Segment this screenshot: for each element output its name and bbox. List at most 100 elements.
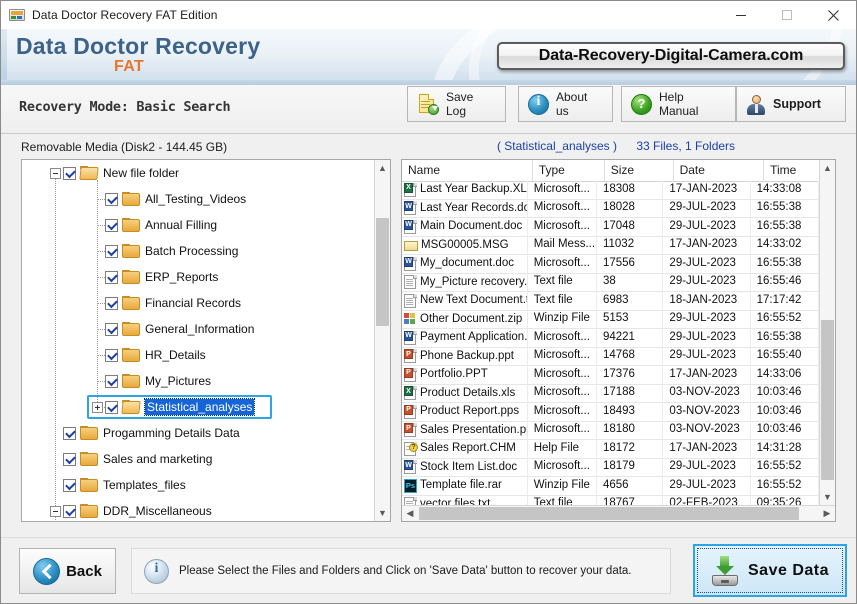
- folder-checkbox[interactable]: [105, 322, 118, 336]
- folder-checkbox[interactable]: [63, 478, 76, 492]
- folder-icon: [79, 166, 99, 180]
- file-row[interactable]: Ps Template file.rar Winzip File 4656 29-JUL…: [402, 476, 819, 496]
- folder-tree-panel[interactable]: New file folder All_Testing_Videos Annual …: [21, 159, 391, 522]
- help-manual-button[interactable]: Help Manual: [621, 86, 736, 122]
- file-row[interactable]: MSG00005.MSG Mail Mess... 11032 17-JAN-2023…: [402, 236, 819, 255]
- about-us-button[interactable]: About us: [518, 86, 613, 122]
- list-scroll-right-icon[interactable]: ▶: [819, 506, 835, 521]
- file-list-panel[interactable]: Name Type Size Date Time X Last Year Backup.X…: [401, 159, 836, 522]
- column-header-date[interactable]: Date: [674, 160, 765, 181]
- file-row[interactable]: W My_document.doc Microsoft... 17556 29-JUL-…: [402, 254, 819, 274]
- tree-scroll-up-icon[interactable]: ▲: [375, 160, 390, 176]
- file-row[interactable]: W Payment Application.... Microsoft... 9422…: [402, 328, 819, 348]
- folder-checkbox[interactable]: [63, 504, 76, 518]
- list-horizontal-scrollbar[interactable]: ◀ ▶: [402, 505, 835, 521]
- file-list-body[interactable]: X Last Year Backup.XLS Microsoft... 18308 17…: [402, 181, 819, 506]
- file-name-cell[interactable]: P Phone Backup.ppt: [402, 347, 528, 366]
- close-button[interactable]: [810, 1, 856, 29]
- file-row[interactable]: P Phone Backup.ppt Microsoft... 14768 29-JUL…: [402, 347, 819, 366]
- file-name-cell[interactable]: Other Document.zip: [402, 310, 528, 329]
- file-row[interactable]: P Product Report.pps Microsoft... 18493 03-N…: [402, 402, 819, 422]
- file-name-cell[interactable]: ? Sales Report.CHM: [402, 439, 528, 458]
- file-row[interactable]: W Last Year Records.doc Microsoft... 18028 2…: [402, 199, 819, 218]
- folder-icon: [121, 400, 141, 414]
- file-name-cell[interactable]: W Payment Application....: [402, 328, 528, 347]
- expand-icon[interactable]: [92, 401, 103, 413]
- tree-scroll-down-icon[interactable]: ▼: [375, 505, 390, 521]
- list-hscroll-thumb[interactable]: [419, 507, 799, 520]
- tree-item[interactable]: Batch Processing: [22, 238, 375, 264]
- tree-item[interactable]: DDR_Miscellaneous: [22, 498, 375, 521]
- tree-vertical-scrollbar[interactable]: ▲ ▼: [374, 160, 390, 521]
- file-row[interactable]: X Product Details.xls Microsoft... 17188 03-…: [402, 384, 819, 403]
- folder-checkbox[interactable]: [105, 192, 118, 206]
- file-name-cell[interactable]: New Text Document.txt: [402, 291, 528, 310]
- folder-checkbox[interactable]: [105, 374, 118, 388]
- tree-item[interactable]: Progamming Details Data: [22, 420, 375, 446]
- tree-item[interactable]: ERP_Reports: [22, 264, 375, 290]
- folder-checkbox[interactable]: [105, 218, 118, 232]
- file-name-cell[interactable]: P Sales Presentation.ppt: [402, 421, 528, 440]
- brand-left-accent: [1, 29, 7, 85]
- file-row[interactable]: P Portfolio.PPT Microsoft... 17376 17-JAN-20…: [402, 365, 819, 385]
- maximize-button[interactable]: [764, 1, 810, 29]
- file-row[interactable]: Other Document.zip Winzip File 5153 29-JUL-…: [402, 310, 819, 329]
- tree-item[interactable]: HR_Details: [22, 342, 375, 368]
- file-name-cell[interactable]: W My_document.doc: [402, 254, 528, 273]
- folder-checkbox[interactable]: [105, 400, 118, 414]
- tree-item[interactable]: Sales and marketing: [22, 446, 375, 472]
- file-list-header[interactable]: Name Type Size Date Time: [402, 160, 835, 182]
- column-header-type[interactable]: Type: [533, 160, 605, 181]
- file-row[interactable]: W Main Document.doc Microsoft... 17048 29-JU…: [402, 217, 819, 237]
- file-row[interactable]: My_Picture recovery.... Text file 38 29-JUL…: [402, 273, 819, 292]
- folder-checkbox[interactable]: [105, 270, 118, 284]
- collapse-icon[interactable]: [50, 505, 61, 517]
- file-row[interactable]: X Last Year Backup.XLS Microsoft... 18308 17…: [402, 181, 819, 200]
- folder-checkbox[interactable]: [63, 166, 76, 180]
- column-header-size[interactable]: Size: [605, 160, 674, 181]
- tree-item-selected[interactable]: Statistical_analyses: [22, 394, 375, 420]
- tree-scroll-thumb[interactable]: [376, 218, 389, 326]
- tree-item[interactable]: New file folder: [22, 160, 375, 186]
- list-scroll-thumb[interactable]: [821, 320, 834, 480]
- save-log-button[interactable]: Save Log: [407, 86, 506, 122]
- file-row[interactable]: P Sales Presentation.ppt Microsoft... 18180…: [402, 421, 819, 440]
- tree-item[interactable]: Annual Filling: [22, 212, 375, 238]
- list-scroll-down-icon[interactable]: ▼: [820, 489, 835, 505]
- file-name-label: Product Details.xls: [420, 386, 516, 399]
- column-header-name[interactable]: Name: [402, 160, 533, 181]
- back-button[interactable]: Back: [19, 548, 116, 594]
- folder-tree[interactable]: New file folder All_Testing_Videos Annual …: [22, 160, 375, 521]
- file-row[interactable]: New Text Document.txt Text file 6983 18-JAN…: [402, 291, 819, 311]
- tree-item[interactable]: Templates_files: [22, 472, 375, 498]
- file-name-cell[interactable]: W Main Document.doc: [402, 217, 528, 236]
- file-name-cell[interactable]: W Stock Item List.doc: [402, 458, 528, 477]
- file-row[interactable]: ? Sales Report.CHM Help File 18172 17-JAN-20…: [402, 439, 819, 459]
- tree-item[interactable]: General_Information: [22, 316, 375, 342]
- file-name-cell[interactable]: X Last Year Backup.XLS: [402, 181, 528, 199]
- list-vertical-scrollbar[interactable]: ▲ ▼: [819, 160, 835, 505]
- file-name-cell[interactable]: Ps Template file.rar: [402, 476, 528, 495]
- support-button[interactable]: Support: [736, 86, 846, 122]
- file-name-cell[interactable]: X Product Details.xls: [402, 384, 528, 403]
- file-name-cell[interactable]: MSG00005.MSG: [402, 236, 528, 255]
- file-name-cell[interactable]: W Last Year Records.doc: [402, 199, 528, 218]
- save-data-button[interactable]: Save Data: [693, 544, 847, 597]
- file-row[interactable]: W Stock Item List.doc Microsoft... 18179 29-…: [402, 458, 819, 477]
- folder-checkbox[interactable]: [63, 426, 76, 440]
- list-scroll-left-icon[interactable]: ◀: [402, 506, 418, 521]
- website-banner[interactable]: Data-Recovery-Digital-Camera.com: [497, 42, 845, 70]
- minimize-button[interactable]: [718, 1, 764, 29]
- file-name-cell[interactable]: My_Picture recovery....: [402, 273, 528, 292]
- tree-item[interactable]: Financial Records: [22, 290, 375, 316]
- tree-item[interactable]: All_Testing_Videos: [22, 186, 375, 212]
- collapse-icon[interactable]: [50, 167, 61, 179]
- folder-checkbox[interactable]: [105, 296, 118, 310]
- folder-checkbox[interactable]: [105, 244, 118, 258]
- file-name-cell[interactable]: P Portfolio.PPT: [402, 365, 528, 384]
- list-scroll-up-icon[interactable]: ▲: [820, 160, 835, 176]
- tree-item[interactable]: My_Pictures: [22, 368, 375, 394]
- folder-checkbox[interactable]: [105, 348, 118, 362]
- folder-checkbox[interactable]: [63, 452, 76, 466]
- file-name-cell[interactable]: P Product Report.pps: [402, 402, 528, 421]
